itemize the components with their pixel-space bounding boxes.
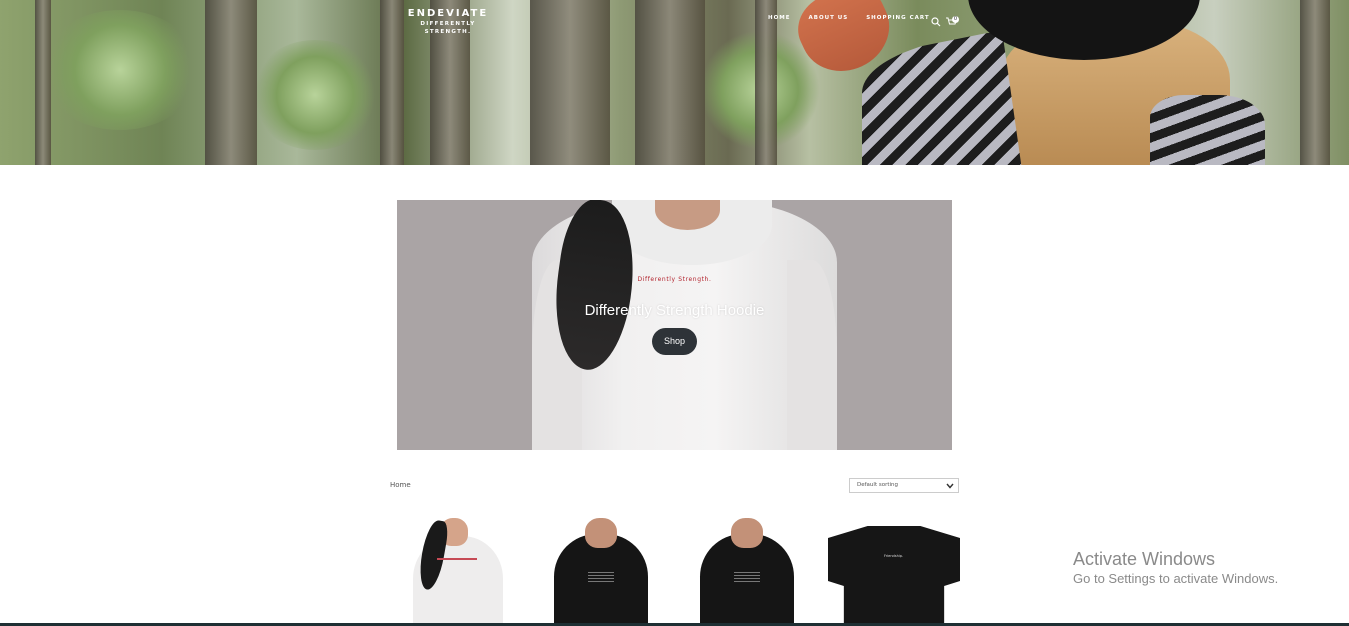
watermark-subtitle: Go to Settings to activate Windows. xyxy=(1073,571,1279,586)
chevron-down-icon xyxy=(946,482,954,489)
sorting-select[interactable]: Default sorting xyxy=(849,478,959,493)
banner-title: Differently Strength Hoodie xyxy=(584,302,765,319)
brand-name: ENDEVIATE xyxy=(407,8,489,19)
cart-count-badge: 0 xyxy=(952,16,959,23)
cart-icon[interactable]: 0 xyxy=(946,12,960,25)
nav-shopping-cart[interactable]: SHOPPING CART xyxy=(866,15,929,21)
featured-product-banner: Differently Strength. Differently Streng… xyxy=(397,200,952,450)
header-hero-image xyxy=(0,0,1349,165)
breadcrumb[interactable]: Home xyxy=(390,481,411,489)
product-card-black-hoodie-2[interactable] xyxy=(696,518,796,626)
product-card-white-hoodie[interactable] xyxy=(407,518,507,626)
brand-tagline: DIFFERENTLY STRENGTH. xyxy=(420,21,476,35)
nav-home[interactable]: HOME xyxy=(768,15,791,21)
product-card-black-hoodie[interactable] xyxy=(550,518,650,626)
search-icon[interactable] xyxy=(931,12,941,27)
sorting-selected-value: Default sorting xyxy=(857,482,898,488)
product-card-black-tshirt[interactable]: Friendship. xyxy=(828,518,960,626)
site-logo[interactable]: ENDEVIATE DIFFERENTLY STRENGTH. xyxy=(398,8,498,36)
main-nav: HOME ABOUT US SHOPPING CART xyxy=(768,15,930,21)
windows-activation-watermark: Activate Windows Go to Settings to activ… xyxy=(1073,548,1278,588)
nav-about-us[interactable]: ABOUT US xyxy=(809,15,849,21)
watermark-title: Activate Windows xyxy=(1073,549,1216,569)
shop-button[interactable]: Shop xyxy=(652,328,697,355)
tshirt-print-text: Friendship. xyxy=(884,554,904,558)
hoodie-print-text: Differently Strength. xyxy=(637,276,712,283)
